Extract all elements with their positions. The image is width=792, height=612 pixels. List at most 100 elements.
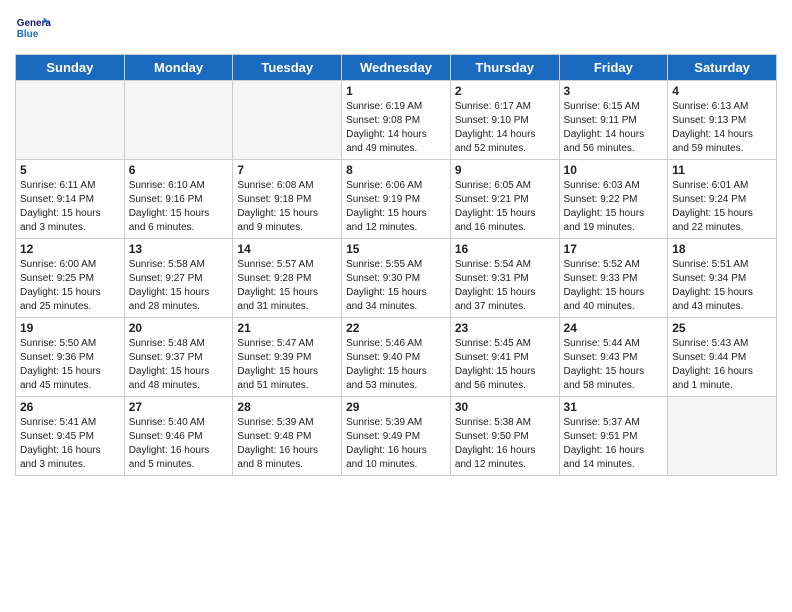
calendar-cell: 6 Sunrise: 6:10 AM Sunset: 9:16 PM Daylig… xyxy=(124,160,233,239)
day-number: 11 xyxy=(672,163,772,177)
calendar-cell: 31 Sunrise: 5:37 AM Sunset: 9:51 PM Dayli… xyxy=(559,397,668,476)
cell-data: Sunrise: 6:15 AM Sunset: 9:11 PM Dayligh… xyxy=(564,100,664,156)
day-number: 20 xyxy=(129,321,229,335)
cell-data: Sunrise: 6:05 AM Sunset: 9:21 PM Dayligh… xyxy=(455,179,555,235)
calendar-cell xyxy=(124,81,233,160)
cell-data: Sunrise: 6:03 AM Sunset: 9:22 PM Dayligh… xyxy=(564,179,664,235)
day-number: 12 xyxy=(20,242,120,256)
day-number: 7 xyxy=(237,163,337,177)
day-number: 22 xyxy=(346,321,446,335)
day-number: 3 xyxy=(564,84,664,98)
day-number: 15 xyxy=(346,242,446,256)
calendar-cell: 2Sunrise: 6:17 AM Sunset: 9:10 PM Daylig… xyxy=(450,81,559,160)
day-number: 9 xyxy=(455,163,555,177)
day-number: 2 xyxy=(455,84,555,98)
cell-data: Sunrise: 5:58 AM Sunset: 9:27 PM Dayligh… xyxy=(129,258,229,314)
calendar-cell: 17 Sunrise: 5:52 AM Sunset: 9:33 PM Dayli… xyxy=(559,239,668,318)
calendar-cell: 28 Sunrise: 5:39 AM Sunset: 9:48 PM Dayli… xyxy=(233,397,342,476)
header: General Blue xyxy=(15,10,777,46)
day-number: 24 xyxy=(564,321,664,335)
day-number: 31 xyxy=(564,400,664,414)
cell-data: Sunrise: 6:19 AM Sunset: 9:08 PM Dayligh… xyxy=(346,100,446,156)
svg-text:Blue: Blue xyxy=(17,29,39,40)
calendar-cell: 18Sunrise: 5:51 AM Sunset: 9:34 PM Dayli… xyxy=(668,239,777,318)
week-row-4: 19 Sunrise: 5:50 AM Sunset: 9:36 PM Dayli… xyxy=(16,318,777,397)
day-header-sunday: Sunday xyxy=(16,55,125,81)
page: General Blue SundayMondayTuesdayWednesda… xyxy=(0,0,792,486)
day-header-saturday: Saturday xyxy=(668,55,777,81)
calendar-cell: 30 Sunrise: 5:38 AM Sunset: 9:50 PM Dayli… xyxy=(450,397,559,476)
cell-data: Sunrise: 6:01 AM Sunset: 9:24 PM Dayligh… xyxy=(672,179,772,235)
cell-data: Sunrise: 5:43 AM Sunset: 9:44 PM Dayligh… xyxy=(672,337,772,393)
day-number: 19 xyxy=(20,321,120,335)
day-header-wednesday: Wednesday xyxy=(342,55,451,81)
day-number: 25 xyxy=(672,321,772,335)
calendar-cell: 21Sunrise: 5:47 AM Sunset: 9:39 PM Dayli… xyxy=(233,318,342,397)
cell-data: Sunrise: 5:39 AM Sunset: 9:49 PM Dayligh… xyxy=(346,416,446,472)
day-number: 10 xyxy=(564,163,664,177)
day-number: 14 xyxy=(237,242,337,256)
week-row-1: 1 Sunrise: 6:19 AM Sunset: 9:08 PM Daylig… xyxy=(16,81,777,160)
day-number: 16 xyxy=(455,242,555,256)
day-number: 17 xyxy=(564,242,664,256)
week-row-2: 5 Sunrise: 6:11 AM Sunset: 9:14 PM Daylig… xyxy=(16,160,777,239)
week-row-3: 12 Sunrise: 6:00 AM Sunset: 9:25 PM Dayli… xyxy=(16,239,777,318)
calendar-table: SundayMondayTuesdayWednesdayThursdayFrid… xyxy=(15,54,777,476)
cell-data: Sunrise: 5:37 AM Sunset: 9:51 PM Dayligh… xyxy=(564,416,664,472)
cell-data: Sunrise: 6:11 AM Sunset: 9:14 PM Dayligh… xyxy=(20,179,120,235)
calendar-cell: 24 Sunrise: 5:44 AM Sunset: 9:43 PM Dayli… xyxy=(559,318,668,397)
day-number: 6 xyxy=(129,163,229,177)
calendar-cell: 3 Sunrise: 6:15 AM Sunset: 9:11 PM Daylig… xyxy=(559,81,668,160)
cell-data: Sunrise: 6:00 AM Sunset: 9:25 PM Dayligh… xyxy=(20,258,120,314)
day-number: 28 xyxy=(237,400,337,414)
cell-data: Sunrise: 5:48 AM Sunset: 9:37 PM Dayligh… xyxy=(129,337,229,393)
cell-data: Sunrise: 6:08 AM Sunset: 9:18 PM Dayligh… xyxy=(237,179,337,235)
day-number: 1 xyxy=(346,84,446,98)
cell-data: Sunrise: 5:47 AM Sunset: 9:39 PM Dayligh… xyxy=(237,337,337,393)
day-header-thursday: Thursday xyxy=(450,55,559,81)
day-number: 18 xyxy=(672,242,772,256)
calendar-cell: 12 Sunrise: 6:00 AM Sunset: 9:25 PM Dayli… xyxy=(16,239,125,318)
week-row-5: 26 Sunrise: 5:41 AM Sunset: 9:45 PM Dayli… xyxy=(16,397,777,476)
cell-data: Sunrise: 5:39 AM Sunset: 9:48 PM Dayligh… xyxy=(237,416,337,472)
day-number: 30 xyxy=(455,400,555,414)
calendar-cell: 20 Sunrise: 5:48 AM Sunset: 9:37 PM Dayli… xyxy=(124,318,233,397)
cell-data: Sunrise: 5:40 AM Sunset: 9:46 PM Dayligh… xyxy=(129,416,229,472)
calendar-cell: 5 Sunrise: 6:11 AM Sunset: 9:14 PM Daylig… xyxy=(16,160,125,239)
cell-data: Sunrise: 6:06 AM Sunset: 9:19 PM Dayligh… xyxy=(346,179,446,235)
calendar-cell xyxy=(668,397,777,476)
calendar-cell: 27Sunrise: 5:40 AM Sunset: 9:46 PM Dayli… xyxy=(124,397,233,476)
cell-data: Sunrise: 5:38 AM Sunset: 9:50 PM Dayligh… xyxy=(455,416,555,472)
day-number: 29 xyxy=(346,400,446,414)
calendar-cell xyxy=(233,81,342,160)
day-number: 4 xyxy=(672,84,772,98)
cell-data: Sunrise: 5:44 AM Sunset: 9:43 PM Dayligh… xyxy=(564,337,664,393)
day-header-monday: Monday xyxy=(124,55,233,81)
cell-data: Sunrise: 6:10 AM Sunset: 9:16 PM Dayligh… xyxy=(129,179,229,235)
calendar-cell: 9 Sunrise: 6:05 AM Sunset: 9:21 PM Daylig… xyxy=(450,160,559,239)
calendar-cell: 13Sunrise: 5:58 AM Sunset: 9:27 PM Dayli… xyxy=(124,239,233,318)
logo: General Blue xyxy=(15,10,55,46)
calendar-cell: 25 Sunrise: 5:43 AM Sunset: 9:44 PM Dayli… xyxy=(668,318,777,397)
calendar-cell: 14Sunrise: 5:57 AM Sunset: 9:28 PM Dayli… xyxy=(233,239,342,318)
calendar-cell: 1 Sunrise: 6:19 AM Sunset: 9:08 PM Daylig… xyxy=(342,81,451,160)
day-number: 26 xyxy=(20,400,120,414)
calendar-cell: 15 Sunrise: 5:55 AM Sunset: 9:30 PM Dayli… xyxy=(342,239,451,318)
calendar-cell: 23Sunrise: 5:45 AM Sunset: 9:41 PM Dayli… xyxy=(450,318,559,397)
calendar-cell: 8 Sunrise: 6:06 AM Sunset: 9:19 PM Daylig… xyxy=(342,160,451,239)
day-number: 5 xyxy=(20,163,120,177)
cell-data: Sunrise: 5:52 AM Sunset: 9:33 PM Dayligh… xyxy=(564,258,664,314)
cell-data: Sunrise: 5:46 AM Sunset: 9:40 PM Dayligh… xyxy=(346,337,446,393)
calendar-cell: 10 Sunrise: 6:03 AM Sunset: 9:22 PM Dayli… xyxy=(559,160,668,239)
calendar-cell: 16Sunrise: 5:54 AM Sunset: 9:31 PM Dayli… xyxy=(450,239,559,318)
cell-data: Sunrise: 5:45 AM Sunset: 9:41 PM Dayligh… xyxy=(455,337,555,393)
cell-data: Sunrise: 5:50 AM Sunset: 9:36 PM Dayligh… xyxy=(20,337,120,393)
calendar-cell: 19 Sunrise: 5:50 AM Sunset: 9:36 PM Dayli… xyxy=(16,318,125,397)
cell-data: Sunrise: 5:41 AM Sunset: 9:45 PM Dayligh… xyxy=(20,416,120,472)
logo-icon: General Blue xyxy=(15,10,51,46)
calendar-cell: 26 Sunrise: 5:41 AM Sunset: 9:45 PM Dayli… xyxy=(16,397,125,476)
cell-data: Sunrise: 5:55 AM Sunset: 9:30 PM Dayligh… xyxy=(346,258,446,314)
calendar-cell: 7 Sunrise: 6:08 AM Sunset: 9:18 PM Daylig… xyxy=(233,160,342,239)
cell-data: Sunrise: 6:13 AM Sunset: 9:13 PM Dayligh… xyxy=(672,100,772,156)
day-number: 8 xyxy=(346,163,446,177)
